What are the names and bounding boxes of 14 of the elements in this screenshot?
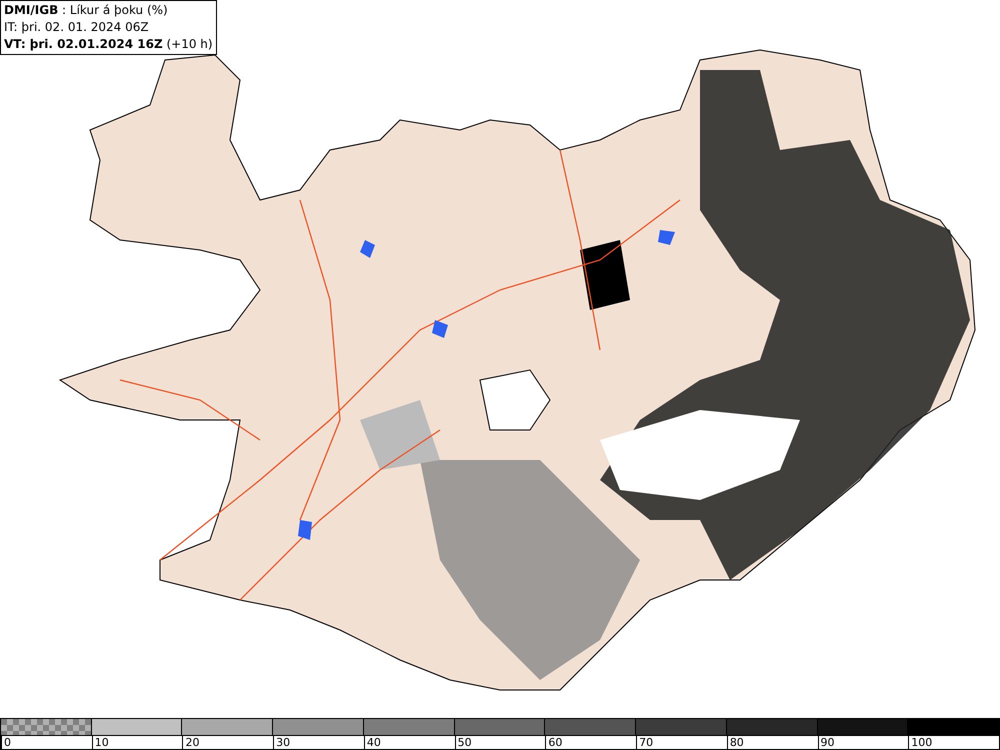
title-line: VT: þri. 02.01.2024 16Z (+10 h) bbox=[4, 36, 213, 53]
legend-label: 10 bbox=[94, 736, 109, 749]
legend-label: 0 bbox=[4, 736, 11, 749]
legend-label: 50 bbox=[458, 736, 472, 749]
legend-label: 100 bbox=[911, 736, 932, 749]
title-line: IT: þri. 02. 01. 2024 06Z bbox=[4, 19, 150, 36]
legend-label: 30 bbox=[276, 736, 290, 749]
legend-label: 20 bbox=[185, 736, 200, 749]
legend-label: 60 bbox=[548, 736, 562, 749]
title-line: DMI/IGB : Líkur á þoku (%) bbox=[4, 2, 169, 19]
legend-label: 40 bbox=[366, 736, 381, 749]
legend-label: 90 bbox=[820, 736, 835, 749]
legend-label: 70 bbox=[639, 736, 654, 749]
legend-label: 80 bbox=[730, 736, 744, 749]
